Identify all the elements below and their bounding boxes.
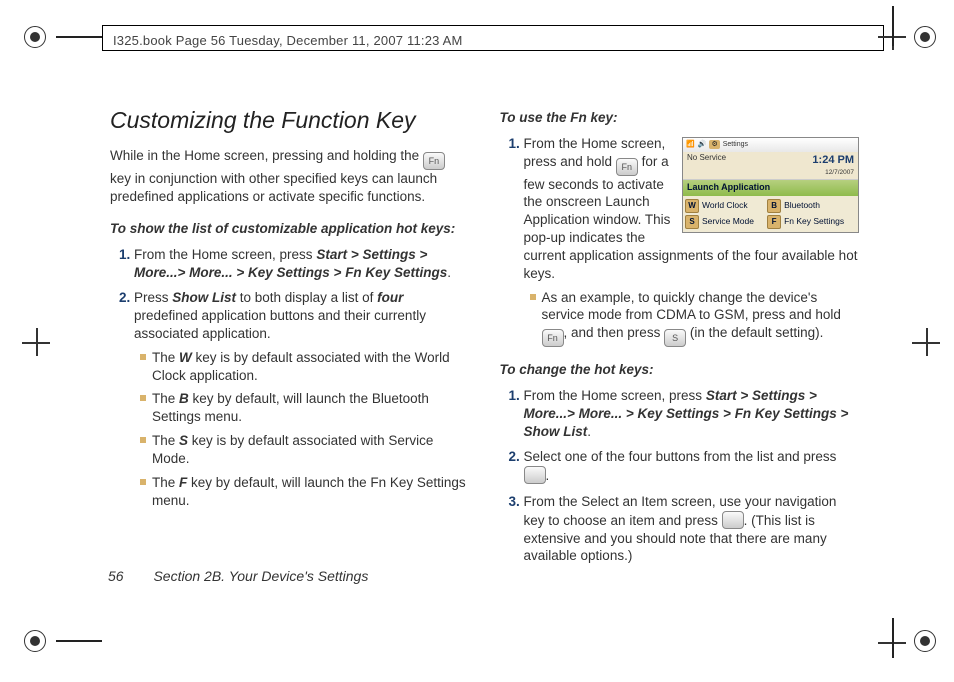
ss-settings-icon: ⚙ <box>709 140 719 149</box>
key-defaults-list: The W key is by default associated with … <box>134 349 470 510</box>
crop-mark-b <box>880 630 906 656</box>
ss-grid: WWorld Clock BBluetooth SService Mode FF… <box>683 196 858 232</box>
crop-mark-r <box>914 330 940 356</box>
ok-key-icon <box>524 466 546 484</box>
right-column: To use the Fn key: 📶🔊 ⚙ Settings No Serv… <box>500 95 860 582</box>
ss-status-bar: No Service 1:24 PM 12/7/2007 <box>683 152 858 180</box>
page-number: 56 <box>108 568 124 584</box>
fn-key-icon: Fn <box>542 329 564 347</box>
registration-mark-tl <box>24 26 46 48</box>
step-1: From the Home screen, press Start > Sett… <box>134 246 470 282</box>
device-screenshot: 📶🔊 ⚙ Settings No Service 1:24 PM 12/7/20… <box>682 137 859 233</box>
ss-cell-f: FFn Key Settings <box>767 214 849 230</box>
default-s: The S key is by default associated with … <box>140 432 470 468</box>
section-title: Customizing the Function Key <box>110 105 470 135</box>
steps-show-list: From the Home screen, press Start > Sett… <box>116 246 470 510</box>
intro-paragraph: While in the Home screen, pressing and h… <box>110 147 470 206</box>
crop-mark-t <box>880 24 906 50</box>
default-w: The W key is by default associated with … <box>140 349 470 385</box>
subhead-change-keys: To change the hot keys: <box>500 361 860 379</box>
step-2: Press Show List to both display a list o… <box>134 289 470 509</box>
ss-date: 12/7/2007 <box>825 169 854 176</box>
change-step-1: From the Home screen, press Start > Sett… <box>524 387 860 440</box>
ok-key-icon <box>722 511 744 529</box>
ss-no-service: No Service <box>687 153 726 178</box>
s-key-icon: S <box>664 329 686 347</box>
ss-time: 1:24 PM <box>812 154 854 166</box>
crop-mark-l <box>24 330 50 356</box>
fn-key-icon: Fn <box>423 152 445 170</box>
section-label: Section 2B. Your Device's Settings <box>153 568 368 584</box>
page-header-text: I325.book Page 56 Tuesday, December 11, … <box>113 33 463 48</box>
ss-launch-title: Launch Application <box>683 180 858 196</box>
registration-mark-bl <box>24 630 46 652</box>
subhead-use-fn: To use the Fn key: <box>500 109 860 127</box>
registration-mark-tr <box>914 26 936 48</box>
default-b: The B key by default, will launch the Bl… <box>140 390 470 426</box>
fn-key-icon: Fn <box>616 158 638 176</box>
ss-title-bar: 📶🔊 ⚙ Settings <box>683 138 858 152</box>
registration-mark-br <box>914 630 936 652</box>
steps-change-keys: From the Home screen, press Start > Sett… <box>506 387 860 565</box>
page-footer: 56 Section 2B. Your Device's Settings <box>108 568 368 584</box>
change-step-3: From the Select an Item screen, use your… <box>524 493 860 565</box>
left-column: Customizing the Function Key While in th… <box>110 95 470 582</box>
subhead-show-list: To show the list of customizable applica… <box>110 220 470 238</box>
use-example: As an example, to quickly change the dev… <box>530 289 860 348</box>
ss-cell-w: WWorld Clock <box>685 198 767 214</box>
change-step-2: Select one of the four buttons from the … <box>524 448 860 485</box>
ss-cell-s: SService Mode <box>685 214 767 230</box>
ss-cell-b: BBluetooth <box>767 198 849 214</box>
default-f: The F key by default, will launch the Fn… <box>140 474 470 510</box>
page-content: Customizing the Function Key While in th… <box>110 95 859 582</box>
